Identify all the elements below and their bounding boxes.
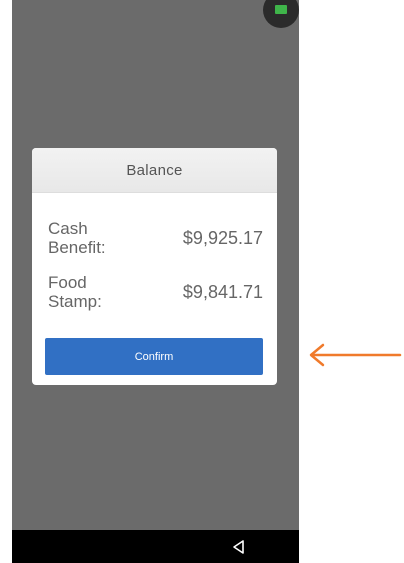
cash-benefit-row: Cash Benefit: $9,925.17: [48, 219, 263, 257]
confirm-button[interactable]: Confirm: [45, 338, 263, 375]
phone-screen: Balance Cash Benefit: $9,925.17 Food Sta…: [12, 0, 299, 563]
navigation-bar: [12, 530, 299, 563]
arrow-left-icon: [309, 343, 402, 367]
dialog-header: Balance: [32, 148, 277, 193]
back-triangle-icon[interactable]: [230, 538, 248, 556]
food-stamp-label: Food Stamp:: [48, 273, 102, 311]
page: Balance Cash Benefit: $9,925.17 Food Sta…: [0, 0, 404, 563]
status-dot: [275, 5, 287, 14]
balance-dialog: Balance Cash Benefit: $9,925.17 Food Sta…: [32, 148, 277, 385]
food-stamp-row: Food Stamp: $9,841.71: [48, 273, 263, 311]
status-indicator-icon: [263, 0, 299, 28]
cash-benefit-label: Cash Benefit:: [48, 219, 106, 257]
food-stamp-value: $9,841.71: [182, 281, 263, 302]
dialog-title: Balance: [126, 161, 183, 179]
cash-benefit-value: $9,925.17: [182, 227, 263, 248]
